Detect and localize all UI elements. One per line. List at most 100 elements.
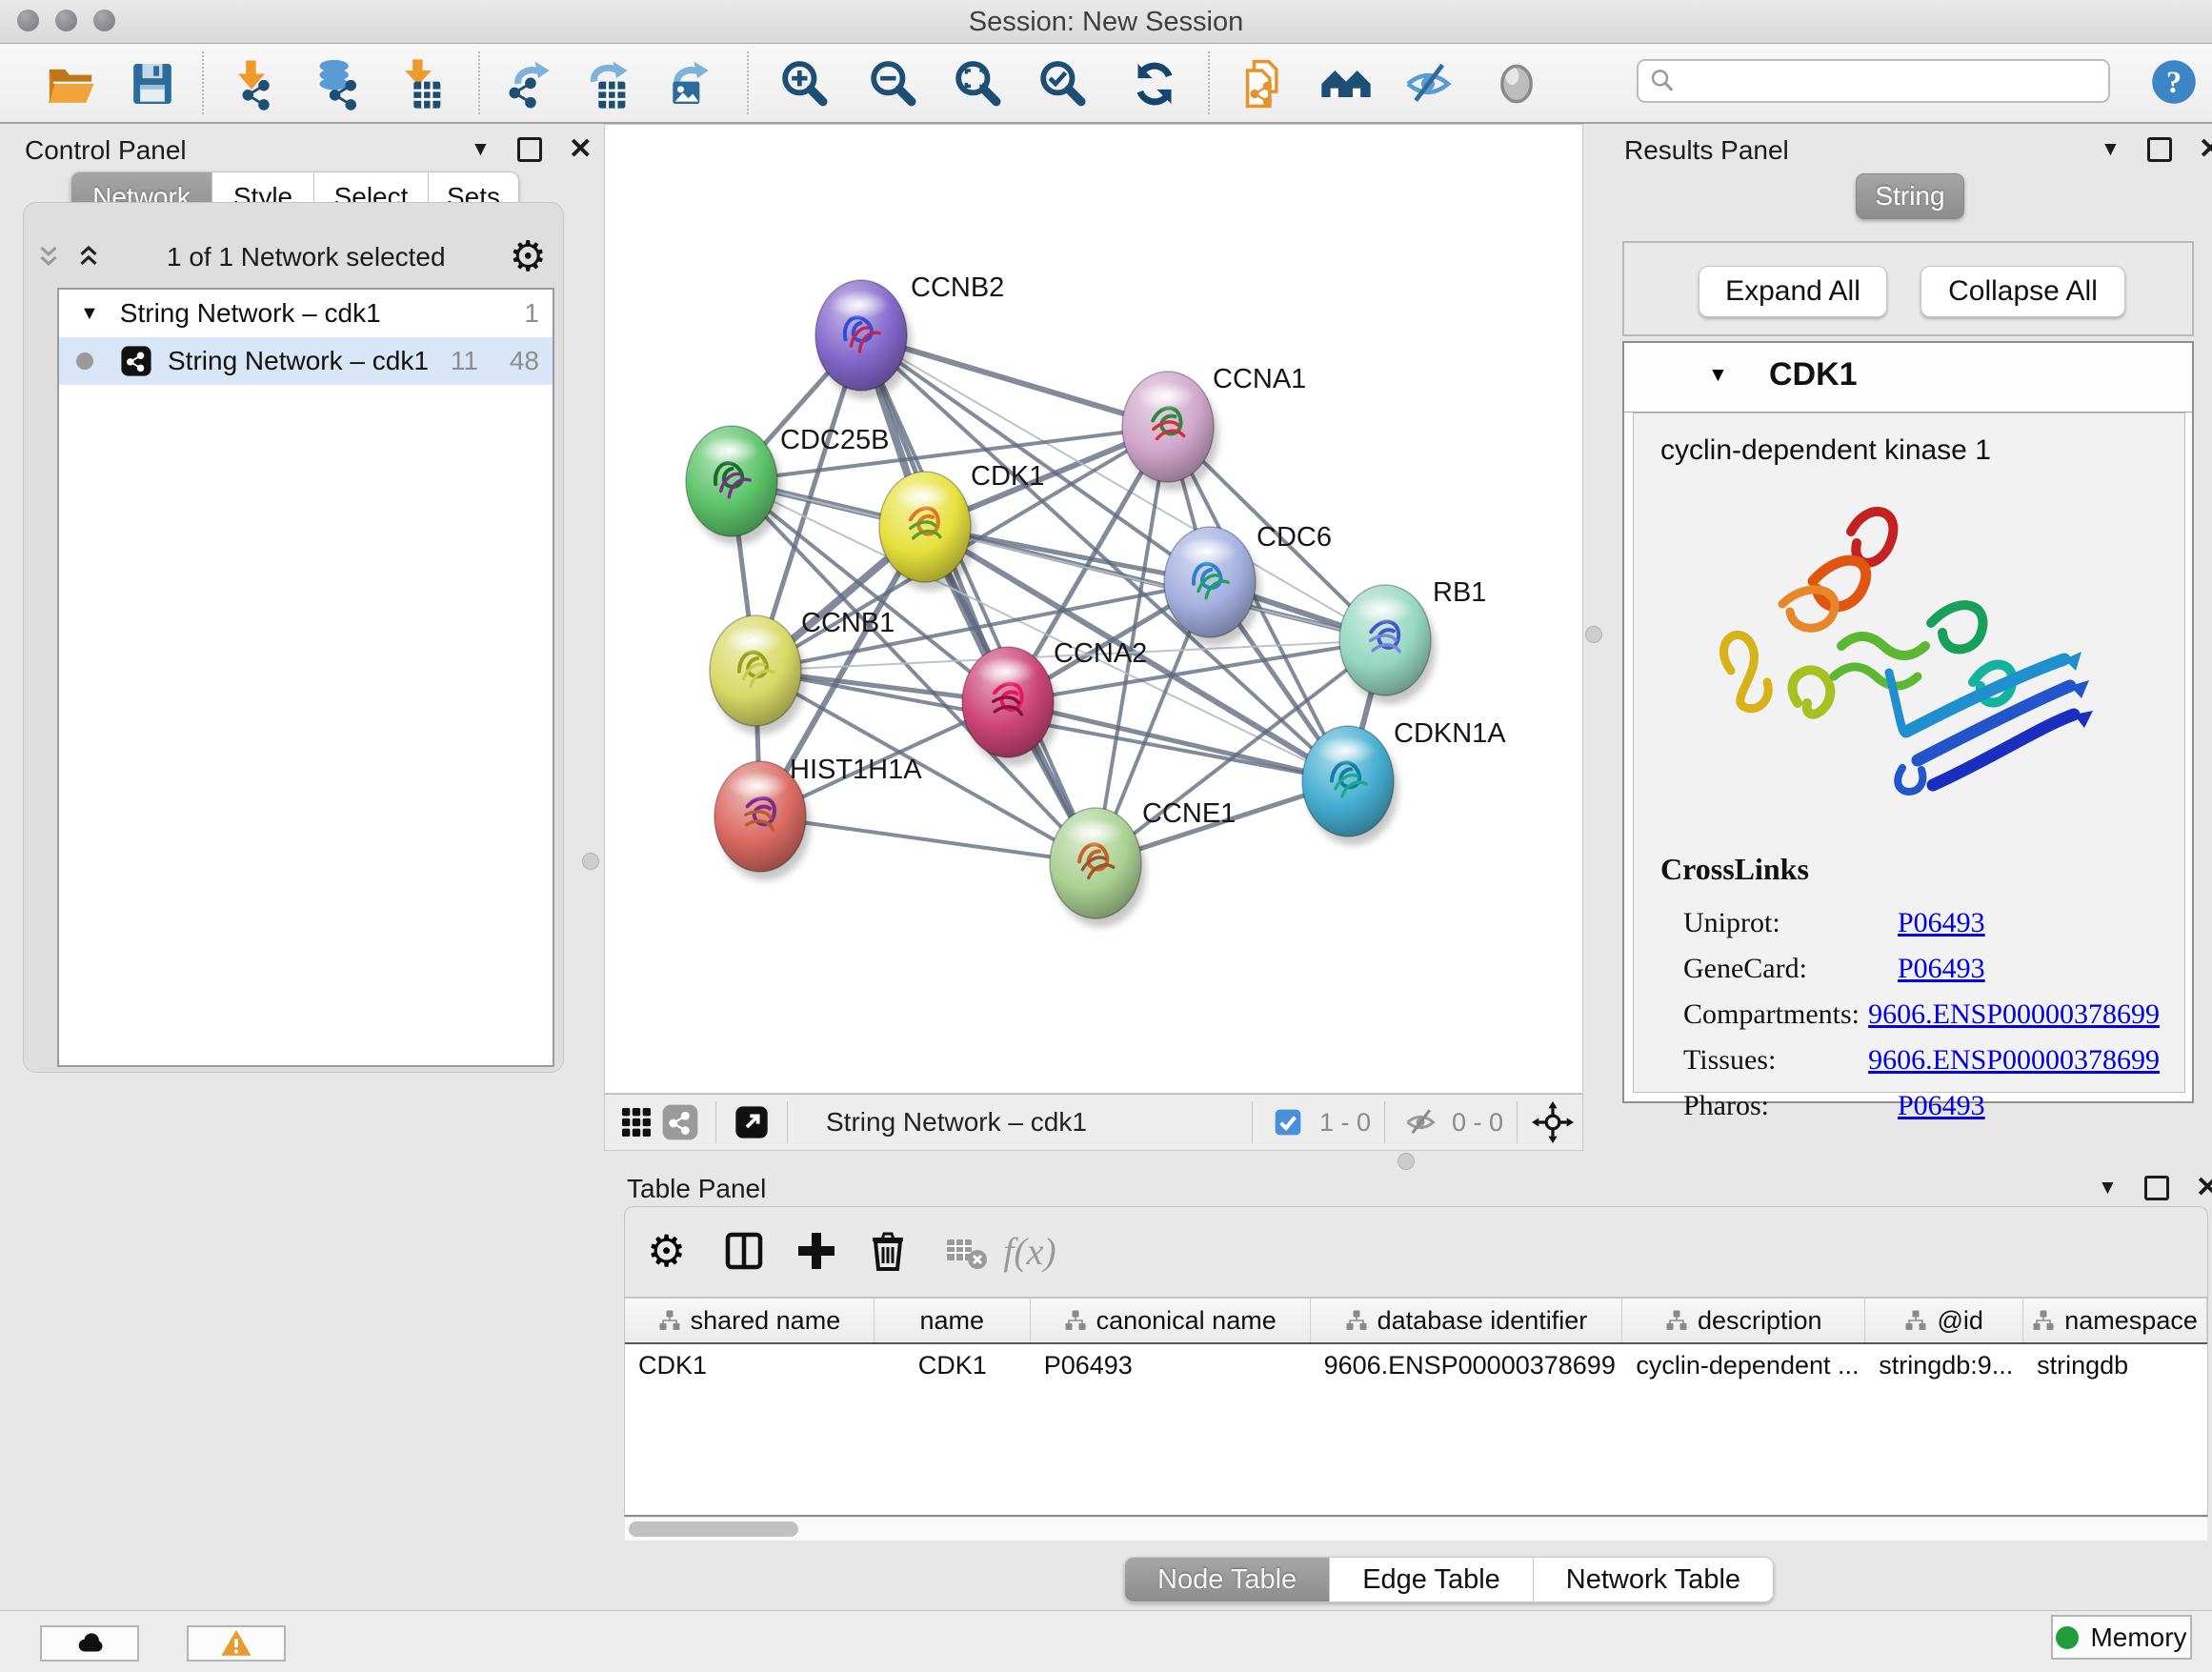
panel-float-icon[interactable] [517, 137, 542, 162]
eye-button[interactable] [1486, 55, 1547, 112]
table-cell[interactable]: CDK1 [875, 1344, 1031, 1386]
titlebar: Session: New Session [0, 0, 2212, 44]
network-node[interactable] [962, 647, 1058, 766]
panel-float-icon[interactable] [2144, 1176, 2169, 1200]
tab-string[interactable]: String [1856, 173, 1964, 219]
table-row[interactable]: CDK1CDK1P064939606.ENSP00000378699cyclin… [625, 1344, 2207, 1386]
clone-document-icon [1237, 57, 1291, 111]
tree-expander-icon[interactable]: ▼ [80, 303, 99, 325]
import-database-button[interactable] [306, 55, 367, 112]
crosslink-link[interactable]: 9606.ENSP00000378699 [1868, 998, 2160, 1030]
zoom-out-icon [866, 57, 919, 111]
open-file-button[interactable] [40, 55, 101, 112]
panel-float-icon[interactable] [2147, 137, 2172, 162]
network-node[interactable] [1302, 726, 1398, 845]
network-edge[interactable] [1008, 702, 1348, 781]
table-cell[interactable]: P06493 [1031, 1344, 1311, 1386]
column-header--id[interactable]: @id [1865, 1299, 2023, 1342]
network-node[interactable] [1122, 372, 1218, 491]
delete-column-button[interactable] [861, 1224, 915, 1278]
warnings-button[interactable] [187, 1625, 286, 1662]
network-node[interactable] [710, 615, 806, 735]
cloud-status-button[interactable] [40, 1625, 139, 1662]
column-header-canonical-name[interactable]: canonical name [1031, 1299, 1311, 1342]
column-header-shared-name[interactable]: shared name [625, 1299, 875, 1342]
save-session-button[interactable] [122, 55, 183, 112]
detach-view-button[interactable] [730, 1100, 774, 1144]
tab-edge-table[interactable]: Edge Table [1330, 1557, 1534, 1602]
zoom-in-button[interactable] [774, 55, 835, 112]
string-network-icon [120, 345, 152, 377]
hidden-count: 0 - 0 [1452, 1108, 1503, 1138]
panel-close-icon[interactable]: ✕ [2196, 1178, 2212, 1198]
panel-menu-icon[interactable]: ▼ [2098, 1177, 2118, 1199]
column-header-description[interactable]: description [1622, 1299, 1865, 1342]
table-cell[interactable]: stringdb [2023, 1344, 2207, 1386]
table-cell[interactable]: CDK1 [625, 1344, 875, 1386]
import-table-button[interactable] [388, 55, 449, 112]
export-network-button[interactable] [501, 55, 562, 112]
network-options-gear-icon[interactable]: ⚙ [510, 236, 547, 278]
import-network-button[interactable] [221, 55, 282, 112]
fit-selected-crosshair-button[interactable] [1531, 1100, 1575, 1144]
table-cell[interactable]: 9606.ENSP00000378699 [1311, 1344, 1623, 1386]
search-input[interactable] [1684, 66, 2108, 97]
add-column-button[interactable] [790, 1224, 843, 1278]
panel-menu-icon[interactable]: ▼ [471, 138, 491, 161]
network-node[interactable] [879, 472, 975, 591]
crosslink-link[interactable]: 9606.ENSP00000378699 [1868, 1044, 2160, 1076]
splitter-handle[interactable] [1398, 1153, 1415, 1170]
eye-slash-button[interactable] [1398, 55, 1458, 112]
panel-close-icon[interactable]: ✕ [569, 140, 593, 159]
refresh-view-button[interactable] [1124, 55, 1185, 112]
network-canvas[interactable]: CCNB2CCNA1CDC25BCDK1CDC6RB1CCNB1CCNA2CDK… [604, 124, 1583, 1094]
collapse-section-icon[interactable]: ▼ [1708, 364, 1728, 387]
table-cell[interactable]: cyclin-dependent ... [1622, 1344, 1865, 1386]
network-node[interactable] [1050, 808, 1146, 927]
scrollbar-thumb[interactable] [629, 1521, 798, 1537]
panel-close-icon[interactable]: ✕ [2199, 140, 2212, 159]
node-label: CCNA1 [1213, 364, 1306, 394]
column-header-database-identifier[interactable]: database identifier [1311, 1299, 1623, 1342]
collapse-all-button[interactable]: Collapse All [1920, 266, 2125, 317]
network-collection-row[interactable]: ▼ String Network – cdk1 1 [59, 290, 553, 337]
selected-checkbox-icon[interactable] [1266, 1100, 1310, 1144]
network-node[interactable] [1339, 585, 1436, 704]
tab-node-table[interactable]: Node Table [1124, 1557, 1330, 1602]
table-settings-gear-button[interactable]: ⚙ [641, 1224, 694, 1278]
help-button[interactable]: ? [2149, 57, 2199, 107]
zoom-fit-button[interactable] [947, 55, 1008, 112]
protein-card-header[interactable]: ▼ CDK1 [1624, 343, 2192, 413]
crosslink-link[interactable]: P06493 [1898, 1090, 1985, 1121]
table-cell[interactable]: stringdb:9... [1865, 1344, 2023, 1386]
network-selection-status: 1 of 1 Network selected [103, 242, 510, 272]
splitter-handle[interactable] [1585, 626, 1602, 643]
network-overview-button[interactable] [658, 1100, 702, 1144]
network-node[interactable] [815, 280, 912, 399]
node-label: CCNA2 [1054, 638, 1147, 669]
crosslink-label: Uniprot: [1683, 907, 1898, 939]
expand-all-button[interactable]: Expand All [1699, 266, 1887, 317]
crosslink-link[interactable]: P06493 [1898, 907, 1985, 938]
expand-all-icon[interactable] [74, 243, 103, 272]
memory-button[interactable]: Memory [2051, 1615, 2192, 1660]
export-image-button[interactable] [660, 55, 721, 112]
function-builder-button[interactable]: f(x) [1003, 1224, 1056, 1278]
home-button[interactable] [1316, 55, 1377, 112]
table-horizontal-scrollbar[interactable] [625, 1517, 2207, 1541]
panel-menu-icon[interactable]: ▼ [2101, 138, 2121, 161]
collapse-all-icon[interactable] [34, 243, 63, 272]
delete-table-button[interactable] [939, 1224, 993, 1278]
column-header-name[interactable]: name [875, 1299, 1031, 1342]
grid-view-button[interactable] [614, 1100, 658, 1144]
zoom-out-button[interactable] [862, 55, 923, 112]
crosslink-link[interactable]: P06493 [1898, 953, 1985, 984]
split-columns-button[interactable] [717, 1224, 771, 1278]
column-header-namespace[interactable]: namespace [2023, 1299, 2207, 1342]
clone-document-button[interactable] [1234, 55, 1295, 112]
tab-network-table[interactable]: Network Table [1534, 1557, 1774, 1602]
splitter-handle[interactable] [582, 853, 599, 870]
export-table-button[interactable] [579, 55, 640, 112]
network-row[interactable]: String Network – cdk1 11 48 [59, 337, 553, 385]
zoom-selected-button[interactable] [1032, 55, 1093, 112]
